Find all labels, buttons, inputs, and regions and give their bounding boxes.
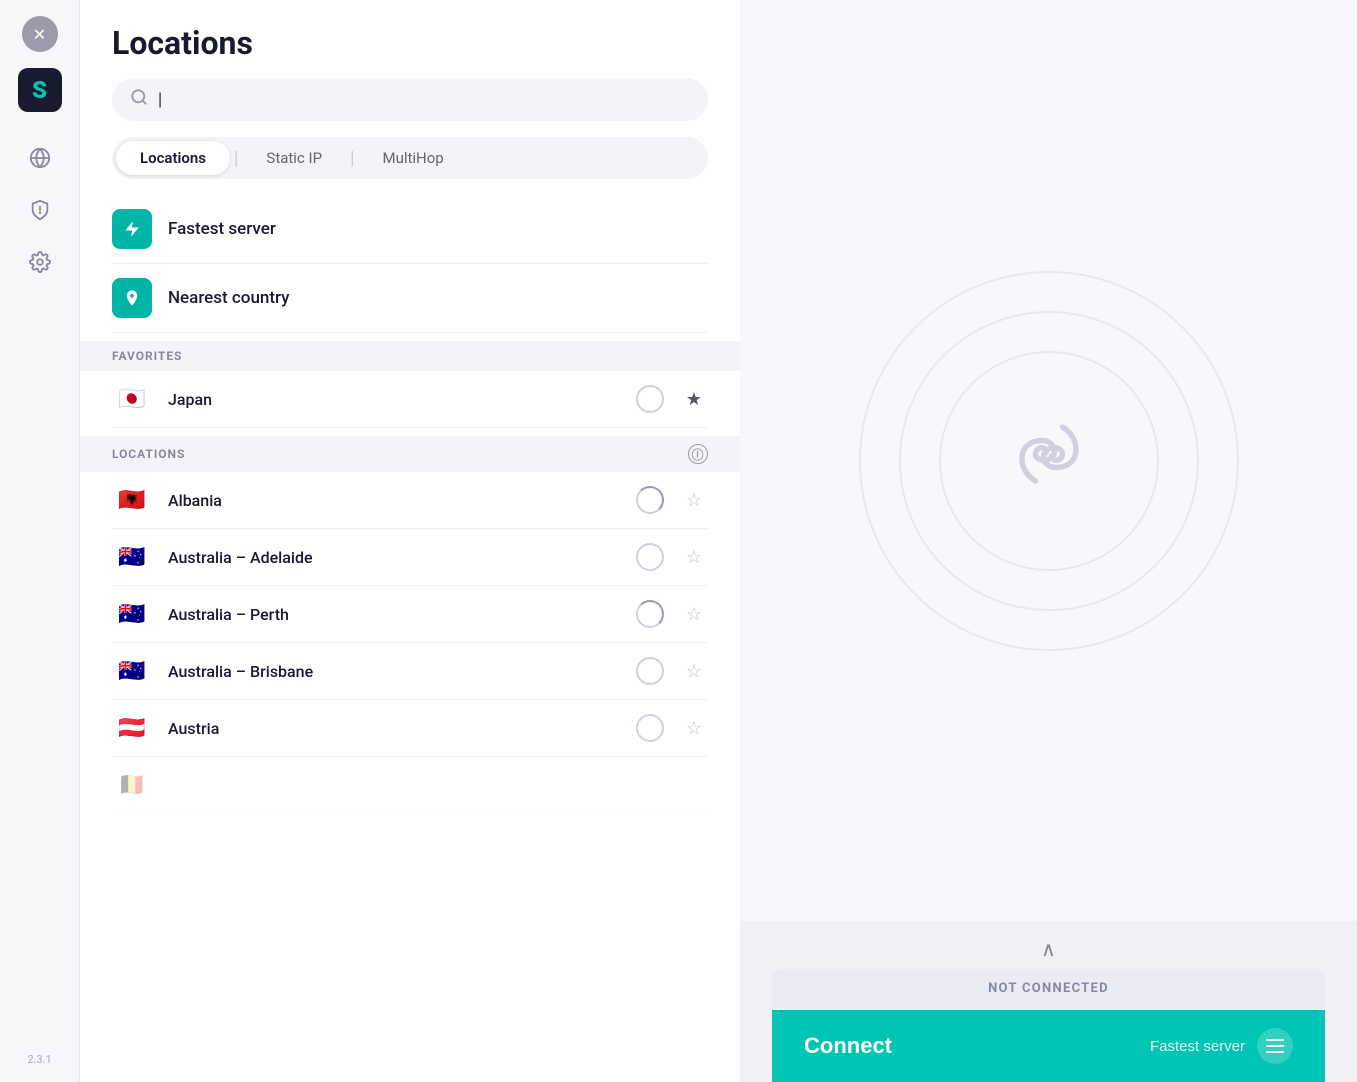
tab-divider-1: | bbox=[230, 148, 242, 169]
list-item[interactable]: 🇦🇺 Australia – Perth ☆ bbox=[112, 586, 708, 643]
tab-static-ip[interactable]: Static IP bbox=[242, 141, 346, 175]
star-button-australia-perth[interactable]: ☆ bbox=[680, 600, 708, 628]
country-name-australia-perth: Australia – Perth bbox=[168, 605, 620, 624]
locations-header: LOCATIONS ⓘ bbox=[80, 436, 740, 472]
close-icon: ✕ bbox=[33, 25, 46, 44]
flag-next: 🇧🇪 bbox=[112, 771, 152, 799]
flag-australia-adelaide: 🇦🇺 bbox=[112, 543, 152, 571]
fastest-server-icon bbox=[112, 209, 152, 249]
connect-button-japan[interactable] bbox=[636, 385, 664, 413]
connect-button-australia-perth[interactable] bbox=[636, 600, 664, 628]
sidebar-item-settings[interactable] bbox=[18, 240, 62, 284]
search-bar[interactable] bbox=[112, 78, 708, 121]
vpn-logo-area bbox=[859, 0, 1239, 921]
app-logo: S bbox=[18, 68, 62, 112]
flag-australia-perth: 🇦🇺 bbox=[112, 600, 152, 628]
close-button[interactable]: ✕ bbox=[22, 16, 58, 52]
star-button-austria[interactable]: ☆ bbox=[680, 714, 708, 742]
fastest-server-item[interactable]: Fastest server bbox=[112, 195, 708, 264]
info-icon[interactable]: ⓘ bbox=[688, 444, 708, 464]
list-item[interactable]: 🇯🇵 Japan ★ bbox=[112, 371, 708, 428]
left-panel: Locations Locations | Static IP | MultiH… bbox=[80, 0, 740, 1082]
connect-label: Connect bbox=[804, 1033, 892, 1059]
connect-main-button[interactable]: Connect Fastest server bbox=[772, 1010, 1325, 1082]
flag-albania: 🇦🇱 bbox=[112, 486, 152, 514]
country-name-albania: Albania bbox=[168, 491, 620, 510]
logo-icon: S bbox=[32, 76, 47, 104]
sidebar-item-locations[interactable] bbox=[18, 136, 62, 180]
tab-locations[interactable]: Locations bbox=[116, 141, 230, 175]
panel-header: Locations bbox=[80, 0, 740, 78]
search-input[interactable] bbox=[158, 91, 690, 109]
locations-section-label: LOCATIONS bbox=[112, 447, 185, 461]
circle-outer bbox=[859, 271, 1239, 651]
connect-button-australia-brisbane[interactable] bbox=[636, 657, 664, 685]
connect-button-australia-adelaide[interactable] bbox=[636, 543, 664, 571]
menu-icon[interactable] bbox=[1257, 1028, 1293, 1064]
star-button-japan[interactable]: ★ bbox=[680, 385, 708, 413]
circle-middle bbox=[899, 311, 1199, 611]
connect-button-albania[interactable] bbox=[636, 486, 664, 514]
list-item[interactable]: 🇧🇪 bbox=[112, 757, 708, 814]
country-name-australia-adelaide: Australia – Adelaide bbox=[168, 548, 620, 567]
chevron-up-button[interactable]: ∧ bbox=[772, 937, 1325, 961]
country-name-austria: Austria bbox=[168, 719, 620, 738]
right-panel: ∧ NOT CONNECTED Connect Fastest server bbox=[740, 0, 1357, 1082]
location-list: Fastest server Nearest country FAVORITES… bbox=[80, 195, 740, 1082]
sidebar: ✕ S 2.3.1 bbox=[0, 0, 80, 1082]
search-icon bbox=[130, 88, 148, 111]
list-item[interactable]: 🇦🇺 Australia – Adelaide ☆ bbox=[112, 529, 708, 586]
connection-status: NOT CONNECTED bbox=[772, 969, 1325, 1008]
connect-button-austria[interactable] bbox=[636, 714, 664, 742]
star-button-australia-adelaide[interactable]: ☆ bbox=[680, 543, 708, 571]
list-item[interactable]: 🇦🇺 Australia – Brisbane ☆ bbox=[112, 643, 708, 700]
nearest-country-item[interactable]: Nearest country bbox=[112, 264, 708, 333]
tabs-bar: Locations | Static IP | MultiHop bbox=[112, 137, 708, 179]
page-title: Locations bbox=[112, 24, 708, 62]
favorites-label: FAVORITES bbox=[112, 349, 182, 363]
app-version: 2.3.1 bbox=[27, 1053, 51, 1066]
country-name-australia-brisbane: Australia – Brisbane bbox=[168, 662, 620, 681]
fastest-server-label: Fastest server bbox=[168, 219, 276, 239]
flag-australia-brisbane: 🇦🇺 bbox=[112, 657, 152, 685]
nearest-country-label: Nearest country bbox=[168, 288, 290, 308]
star-button-australia-brisbane[interactable]: ☆ bbox=[680, 657, 708, 685]
flag-austria: 🇦🇹 bbox=[112, 714, 152, 742]
country-name-japan: Japan bbox=[168, 390, 620, 409]
list-item[interactable]: 🇦🇱 Albania ☆ bbox=[112, 472, 708, 529]
list-item[interactable]: 🇦🇹 Austria ☆ bbox=[112, 700, 708, 757]
surfshark-logo bbox=[1004, 409, 1094, 512]
nearest-country-icon bbox=[112, 278, 152, 318]
tab-multihop[interactable]: MultiHop bbox=[358, 141, 467, 175]
connection-panel: ∧ NOT CONNECTED Connect Fastest server bbox=[740, 921, 1357, 1082]
star-button-albania[interactable]: ☆ bbox=[680, 486, 708, 514]
tab-divider-2: | bbox=[346, 148, 358, 169]
connect-fastest-label: Fastest server bbox=[1150, 1028, 1293, 1064]
flag-japan: 🇯🇵 bbox=[112, 385, 152, 413]
circle-inner bbox=[939, 351, 1159, 571]
favorites-header: FAVORITES bbox=[80, 341, 740, 371]
sidebar-item-shield[interactable] bbox=[18, 188, 62, 232]
